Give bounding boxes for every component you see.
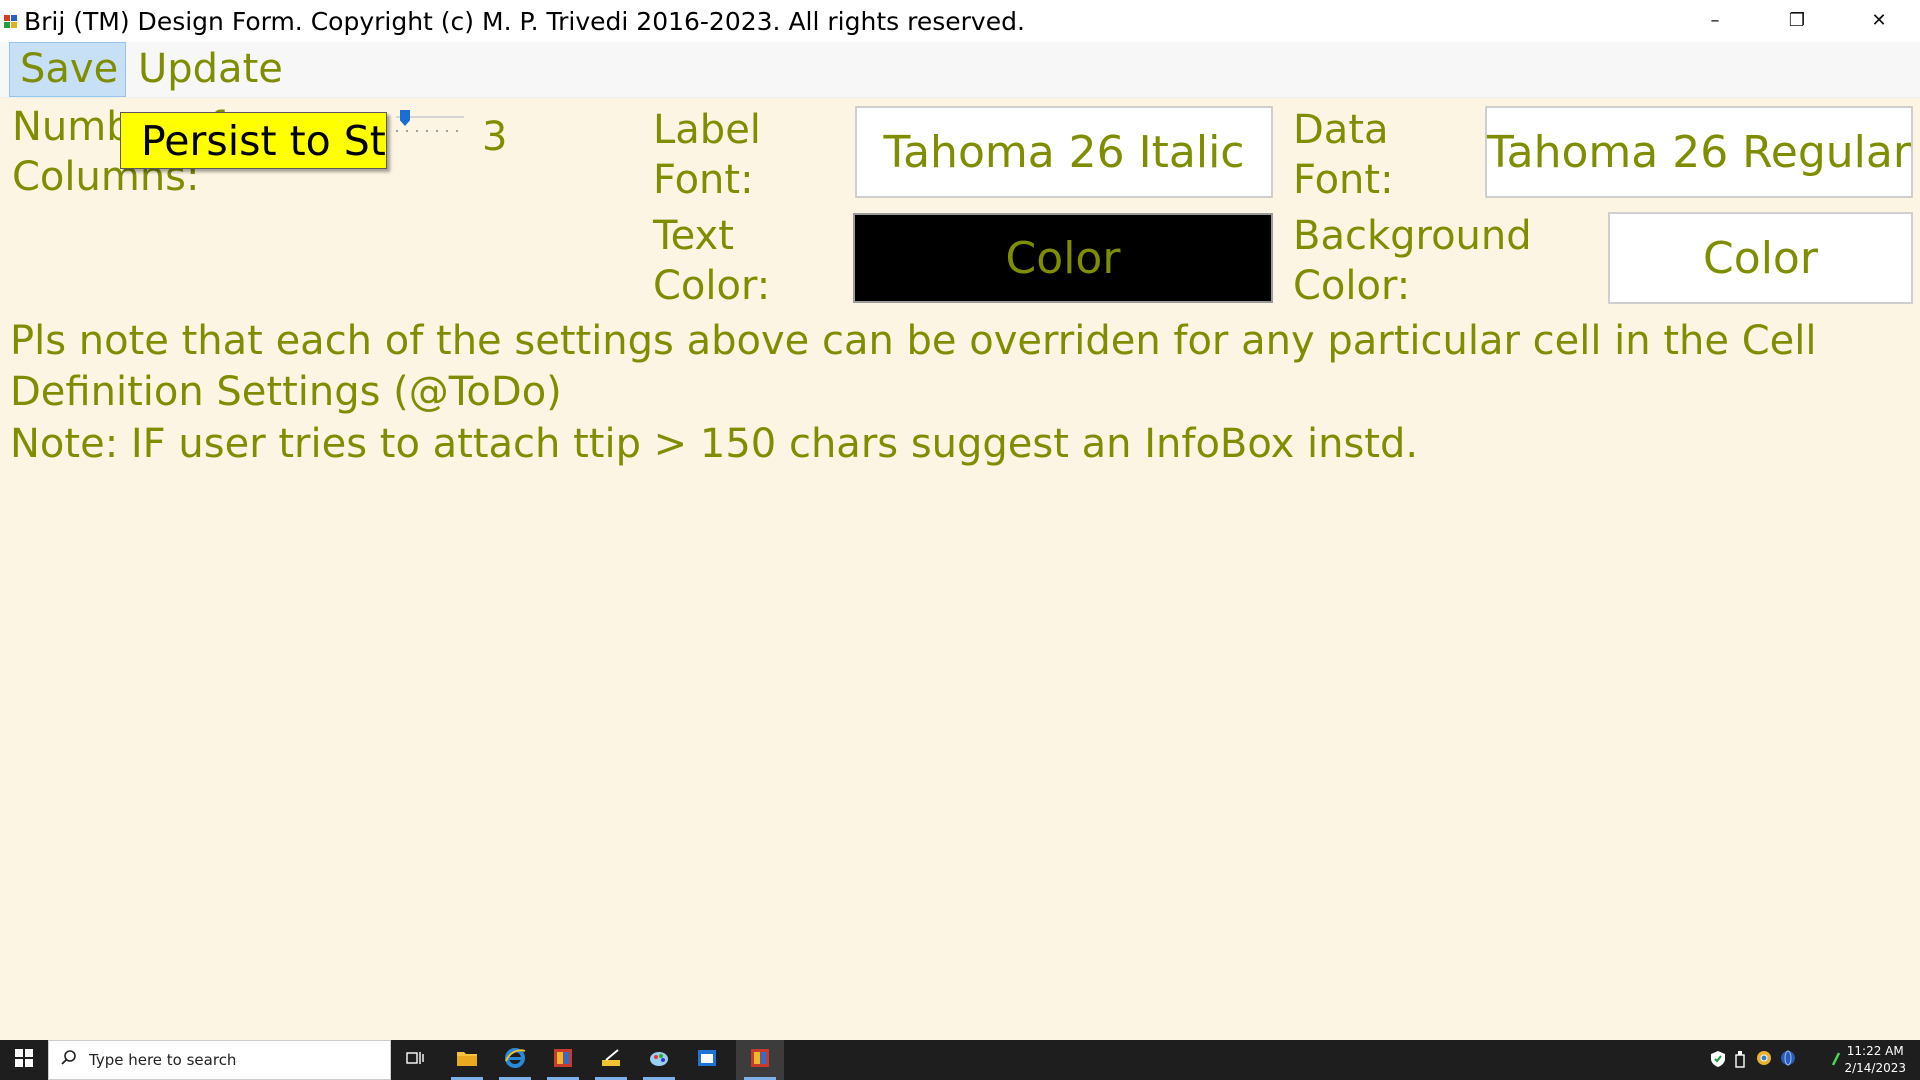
clock-time: 11:22 AM bbox=[1846, 1044, 1904, 1058]
app-button-4[interactable] bbox=[683, 1040, 731, 1080]
paintbrush-icon bbox=[600, 1048, 622, 1072]
note-line-2: Definition Settings (@ToDo) bbox=[10, 369, 562, 415]
window-icon bbox=[697, 1049, 717, 1071]
title-bar: Brij (TM) Design Form. Copyright (c) M. … bbox=[0, 0, 1920, 42]
file-explorer-button[interactable] bbox=[443, 1040, 491, 1080]
text-color-label: Text Color: bbox=[653, 213, 771, 309]
background-color-label: Background Color: bbox=[1293, 213, 1532, 309]
window-title: Brij (TM) Design Form. Copyright (c) M. … bbox=[24, 6, 1025, 36]
app-button-3[interactable] bbox=[635, 1040, 683, 1080]
brij-app-icon bbox=[750, 1048, 770, 1072]
chrome-icon[interactable] bbox=[1756, 1050, 1772, 1068]
app-icon bbox=[4, 14, 18, 28]
update-menu-item[interactable]: Update bbox=[128, 42, 293, 96]
internet-explorer-icon bbox=[504, 1047, 526, 1073]
label-font-label: Label Font: bbox=[653, 107, 761, 203]
clock-date: 2/14/2023 bbox=[1844, 1061, 1906, 1075]
app-window-icon bbox=[553, 1048, 573, 1072]
task-view-button[interactable] bbox=[391, 1040, 439, 1080]
note-line-3: Note: IF user tries to attach ttip > 150… bbox=[10, 421, 1419, 467]
start-button[interactable] bbox=[0, 1040, 48, 1080]
save-menu-item[interactable]: Save bbox=[9, 42, 126, 97]
label-font-button[interactable]: Tahoma 26 Italic bbox=[855, 106, 1273, 198]
slider-thumb[interactable] bbox=[400, 110, 410, 126]
data-font-label: Data Font: bbox=[1293, 107, 1394, 203]
taskbar-search[interactable] bbox=[48, 1040, 391, 1080]
note-line-1: Pls note that each of the settings above… bbox=[10, 318, 1817, 364]
text-color-button[interactable]: Color bbox=[853, 213, 1273, 303]
brij-app-button[interactable] bbox=[736, 1040, 784, 1080]
search-icon bbox=[61, 1050, 77, 1070]
paint-palette-icon bbox=[648, 1048, 670, 1072]
data-font-button[interactable]: Tahoma 26 Regular bbox=[1485, 106, 1913, 198]
save-tooltip: Persist to St bbox=[120, 112, 387, 169]
system-clock[interactable]: 11:22 AM 2/14/2023 bbox=[1844, 1043, 1906, 1077]
network-globe-icon[interactable] bbox=[1780, 1050, 1796, 1068]
task-view-icon bbox=[406, 1050, 424, 1070]
minimize-button[interactable]: – bbox=[1674, 0, 1756, 40]
menu-bar: Save Update bbox=[0, 42, 1920, 98]
usb-device-icon[interactable] bbox=[1734, 1050, 1750, 1068]
taskbar: 11:22 AM 2/14/2023 bbox=[0, 1040, 1920, 1080]
restore-button[interactable]: ❐ bbox=[1756, 0, 1838, 40]
background-color-button[interactable]: Color bbox=[1608, 212, 1913, 304]
search-input[interactable] bbox=[87, 1050, 351, 1070]
close-button[interactable]: ✕ bbox=[1838, 0, 1920, 40]
columns-slider[interactable] bbox=[396, 110, 464, 136]
folder-icon bbox=[456, 1049, 478, 1071]
slider-ticks bbox=[396, 130, 464, 132]
windows-logo-icon bbox=[15, 1049, 33, 1071]
app-button-1[interactable] bbox=[539, 1040, 587, 1080]
window-controls: – ❐ ✕ bbox=[1674, 0, 1920, 42]
app-button-2[interactable] bbox=[587, 1040, 635, 1080]
security-shield-icon[interactable] bbox=[1710, 1050, 1726, 1068]
columns-value: 3 bbox=[482, 114, 508, 160]
edge-button[interactable] bbox=[491, 1040, 539, 1080]
